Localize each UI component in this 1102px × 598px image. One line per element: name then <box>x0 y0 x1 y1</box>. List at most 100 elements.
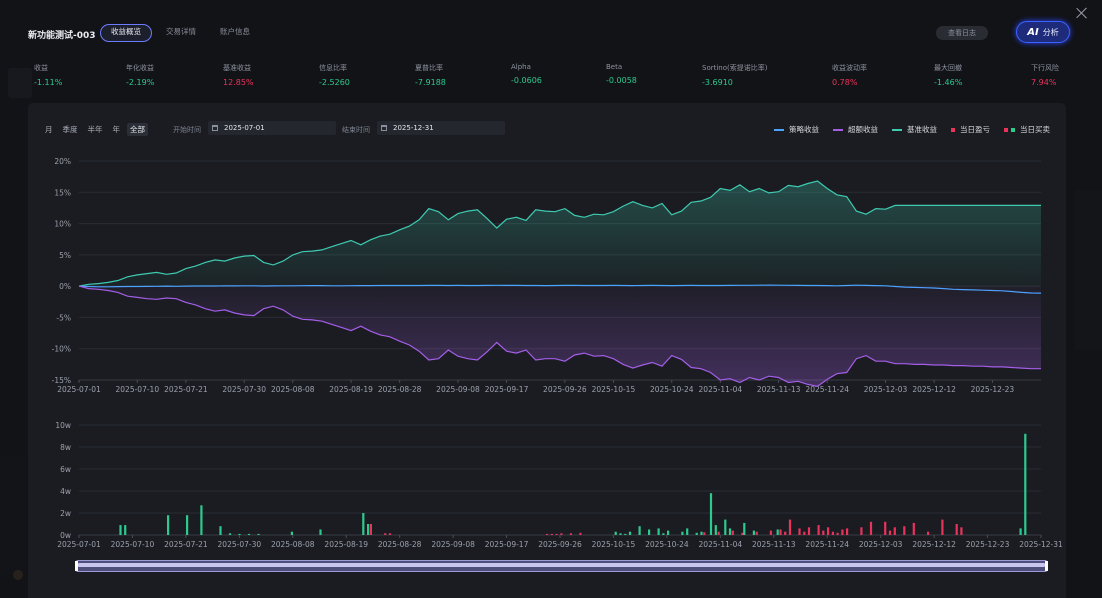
buy-bar <box>200 505 203 535</box>
legend-line-swatch <box>833 128 843 131</box>
sell-bar <box>884 521 887 535</box>
legend-square-swatches <box>1004 127 1015 132</box>
buy-bar <box>367 524 370 535</box>
tab-account-info[interactable]: 账户信息 <box>210 24 260 40</box>
y-tick-label: 4w <box>60 487 71 496</box>
metric-label: 信息比率 <box>319 64 347 72</box>
sell-bar <box>784 531 787 535</box>
buy-bar <box>1024 433 1027 535</box>
metric-label: 最大回撤 <box>934 64 962 72</box>
buy-bar <box>167 515 170 535</box>
x-tick-label: 2025-08-19 <box>324 540 368 549</box>
period-all[interactable]: 全部 <box>127 123 148 136</box>
sell-bar <box>941 519 944 535</box>
sell-bar <box>555 533 558 535</box>
sell-bar <box>798 528 801 535</box>
sell-bar <box>731 530 734 535</box>
tab-trade-details[interactable]: 交易详情 <box>156 24 206 40</box>
buy-bar <box>728 528 732 535</box>
buy-bar <box>695 532 698 535</box>
x-tick-label: 2025-09-26 <box>538 540 582 549</box>
sell-bar <box>769 530 772 535</box>
period-month[interactable]: 月 <box>42 123 56 136</box>
legend-benchmark-return[interactable]: 基准收益 <box>892 124 937 135</box>
end-date-input[interactable]: 2025-12-31 <box>377 121 505 135</box>
buy-bar <box>238 533 241 535</box>
sell-bar <box>817 525 820 535</box>
sell-bar <box>903 526 906 535</box>
buy-bar <box>667 530 670 535</box>
sell-bar <box>803 531 806 535</box>
legend-excess-return[interactable]: 超额收益 <box>833 124 878 135</box>
tab-bar: 收益概览 交易详情 账户信息 <box>100 24 260 42</box>
buy-bar <box>628 531 632 535</box>
x-tick-label: 2025-08-28 <box>378 540 422 549</box>
ai-icon: AI <box>1027 26 1039 38</box>
sell-bar <box>807 527 811 535</box>
buy-bar <box>619 533 622 535</box>
metric-label: 收益 <box>34 64 48 72</box>
ai-analysis-label: 分析 <box>1042 27 1059 37</box>
x-tick-label: 2025-09-17 <box>485 540 529 549</box>
sell-bar <box>927 531 930 535</box>
sell-bar <box>831 531 834 535</box>
trade-volume-bar-chart: 10w 8w 6w 4w 2w 0w2025-07-01 2025-07-10 2025-07… <box>55 421 1063 549</box>
sell-bar <box>384 533 387 535</box>
metric-label: 夏普比率 <box>415 64 443 72</box>
metric-value: -3.6910 <box>702 78 733 87</box>
legend-label: 基准收益 <box>907 125 937 134</box>
metric-value: -7.9188 <box>415 78 446 87</box>
legend-daily-trades[interactable]: 当日买卖 <box>1004 124 1050 135</box>
sell-bar <box>836 532 839 535</box>
buy-bar <box>1019 528 1022 535</box>
sell-bar <box>703 532 706 536</box>
y-tick-label: 2w <box>60 509 71 518</box>
buy-bar <box>614 531 617 535</box>
x-tick-label: 2025-11-13 <box>752 540 796 549</box>
legend-label: 当日买卖 <box>1020 125 1050 134</box>
sell-bar <box>579 532 582 535</box>
period-selector: 月 季度 半年 年 全部 <box>42 123 148 136</box>
metric-beta: Beta -0.0058 <box>606 63 637 85</box>
range-slider-handle-right[interactable] <box>1045 561 1048 571</box>
buy-bar <box>319 529 322 535</box>
legend-strategy-return[interactable]: 策略收益 <box>774 124 819 135</box>
calendar-icon <box>212 125 218 131</box>
metric-downside-risk: 下行风险 7.94% <box>1031 63 1059 87</box>
metric-value: 12.85% <box>223 78 254 87</box>
buy-bar <box>752 530 755 535</box>
sell-bar <box>960 527 963 535</box>
y-tick-label: 8w <box>60 443 71 452</box>
metric-sortino: Sortino(索提诺比率) -3.6910 <box>702 63 767 87</box>
buy-bar <box>714 525 717 535</box>
view-log-button[interactable]: 查看日志 <box>936 26 988 40</box>
period-year[interactable]: 年 <box>110 123 124 136</box>
sell-bar <box>841 529 844 535</box>
legend-daily-pnl[interactable]: 当日盈亏 <box>951 124 990 135</box>
range-slider-handle-left[interactable] <box>75 561 78 571</box>
tab-overview[interactable]: 收益概览 <box>100 24 152 42</box>
sell-bar <box>912 522 915 535</box>
metric-max-drawdown: 最大回撤 -1.46% <box>934 63 962 87</box>
metric-value: 0.78% <box>832 78 858 87</box>
sell-bar <box>388 533 392 535</box>
x-tick-label: 2025-11-04 <box>699 540 743 549</box>
sell-bar <box>822 530 825 535</box>
sell-bar <box>893 527 896 535</box>
y-tick-label: 15% <box>54 188 71 197</box>
legend-label: 当日盈亏 <box>960 125 990 134</box>
metric-label: Alpha <box>511 63 531 71</box>
metric-benchmark-return: 基准收益 12.85% <box>223 63 254 87</box>
metrics-bar: 收益 -1.11% 年化收益 -2.19% 基准收益 12.85% 信息比率 -… <box>34 63 1074 87</box>
sell-bar <box>550 533 553 535</box>
x-tick-label: 2025-07-21 <box>164 540 208 549</box>
metric-label: 基准收益 <box>223 64 251 72</box>
start-date-input[interactable]: 2025-07-01 <box>208 121 336 135</box>
x-tick-label: 2025-12-03 <box>859 540 903 549</box>
ai-analysis-button[interactable]: AI 分析 <box>1016 21 1070 43</box>
period-quarter[interactable]: 季度 <box>60 123 81 136</box>
buy-bar <box>776 529 779 535</box>
period-half-year[interactable]: 半年 <box>85 123 106 136</box>
x-tick-label: 2025-10-15 <box>592 540 636 549</box>
range-slider[interactable] <box>75 560 1048 572</box>
